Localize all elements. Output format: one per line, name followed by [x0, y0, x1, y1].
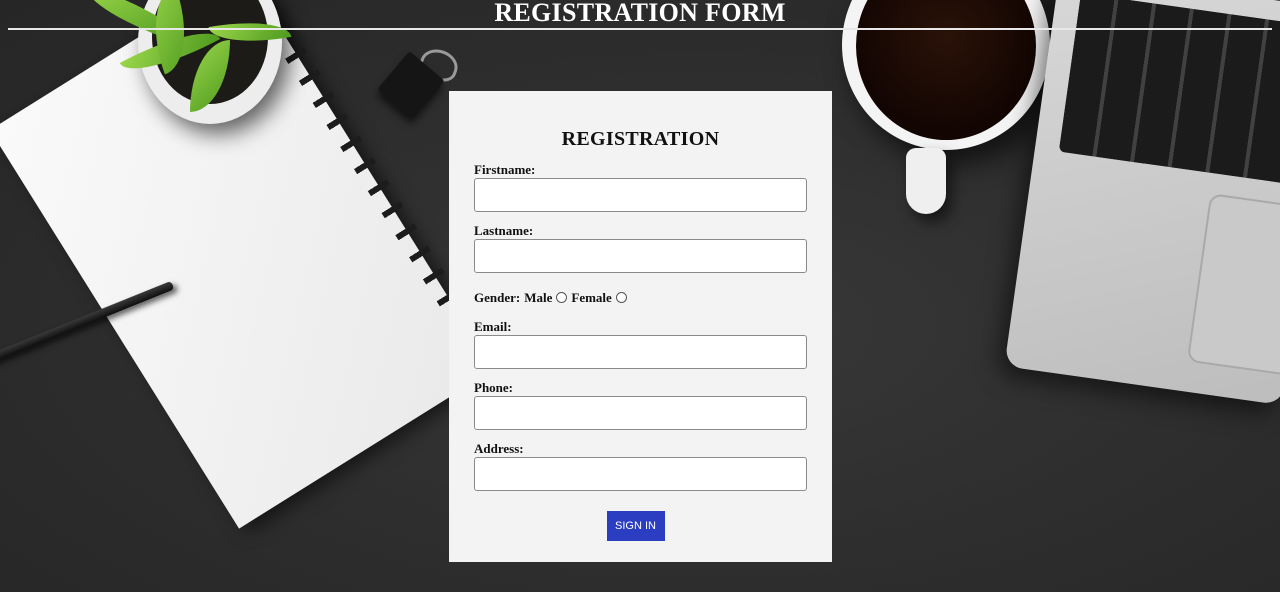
- gender-female-radio[interactable]: [615, 291, 627, 303]
- firstname-input[interactable]: [474, 178, 807, 212]
- phone-input[interactable]: [474, 396, 807, 430]
- lastname-input[interactable]: [474, 239, 807, 273]
- gender-option-female-label: Female: [571, 290, 612, 305]
- submit-row: SIGN IN: [474, 511, 807, 541]
- form-heading: REGISTRATION: [561, 128, 720, 150]
- email-label: Email:: [474, 319, 512, 334]
- email-input[interactable]: [474, 335, 807, 369]
- gender-option-male-label: Male: [524, 290, 553, 305]
- gender-group: Gender: Male Female: [474, 290, 807, 306]
- page-title: REGISTRATION FORM: [494, 0, 786, 27]
- cup-handle-image: [906, 148, 946, 214]
- phone-label: Phone:: [474, 380, 513, 395]
- lastname-label: Lastname:: [474, 223, 534, 238]
- page-header: REGISTRATION FORM: [8, 0, 1272, 30]
- sign-in-button[interactable]: SIGN IN: [606, 511, 665, 541]
- address-label: Address:: [474, 441, 524, 456]
- registration-form: REGISTRATION Firstname: Lastname: Gender…: [449, 91, 832, 562]
- gender-male-radio[interactable]: [556, 291, 568, 303]
- firstname-label: Firstname:: [474, 162, 536, 177]
- address-input[interactable]: [474, 457, 807, 491]
- laptop-trackpad: [1186, 193, 1280, 377]
- gender-label: Gender:: [474, 290, 521, 305]
